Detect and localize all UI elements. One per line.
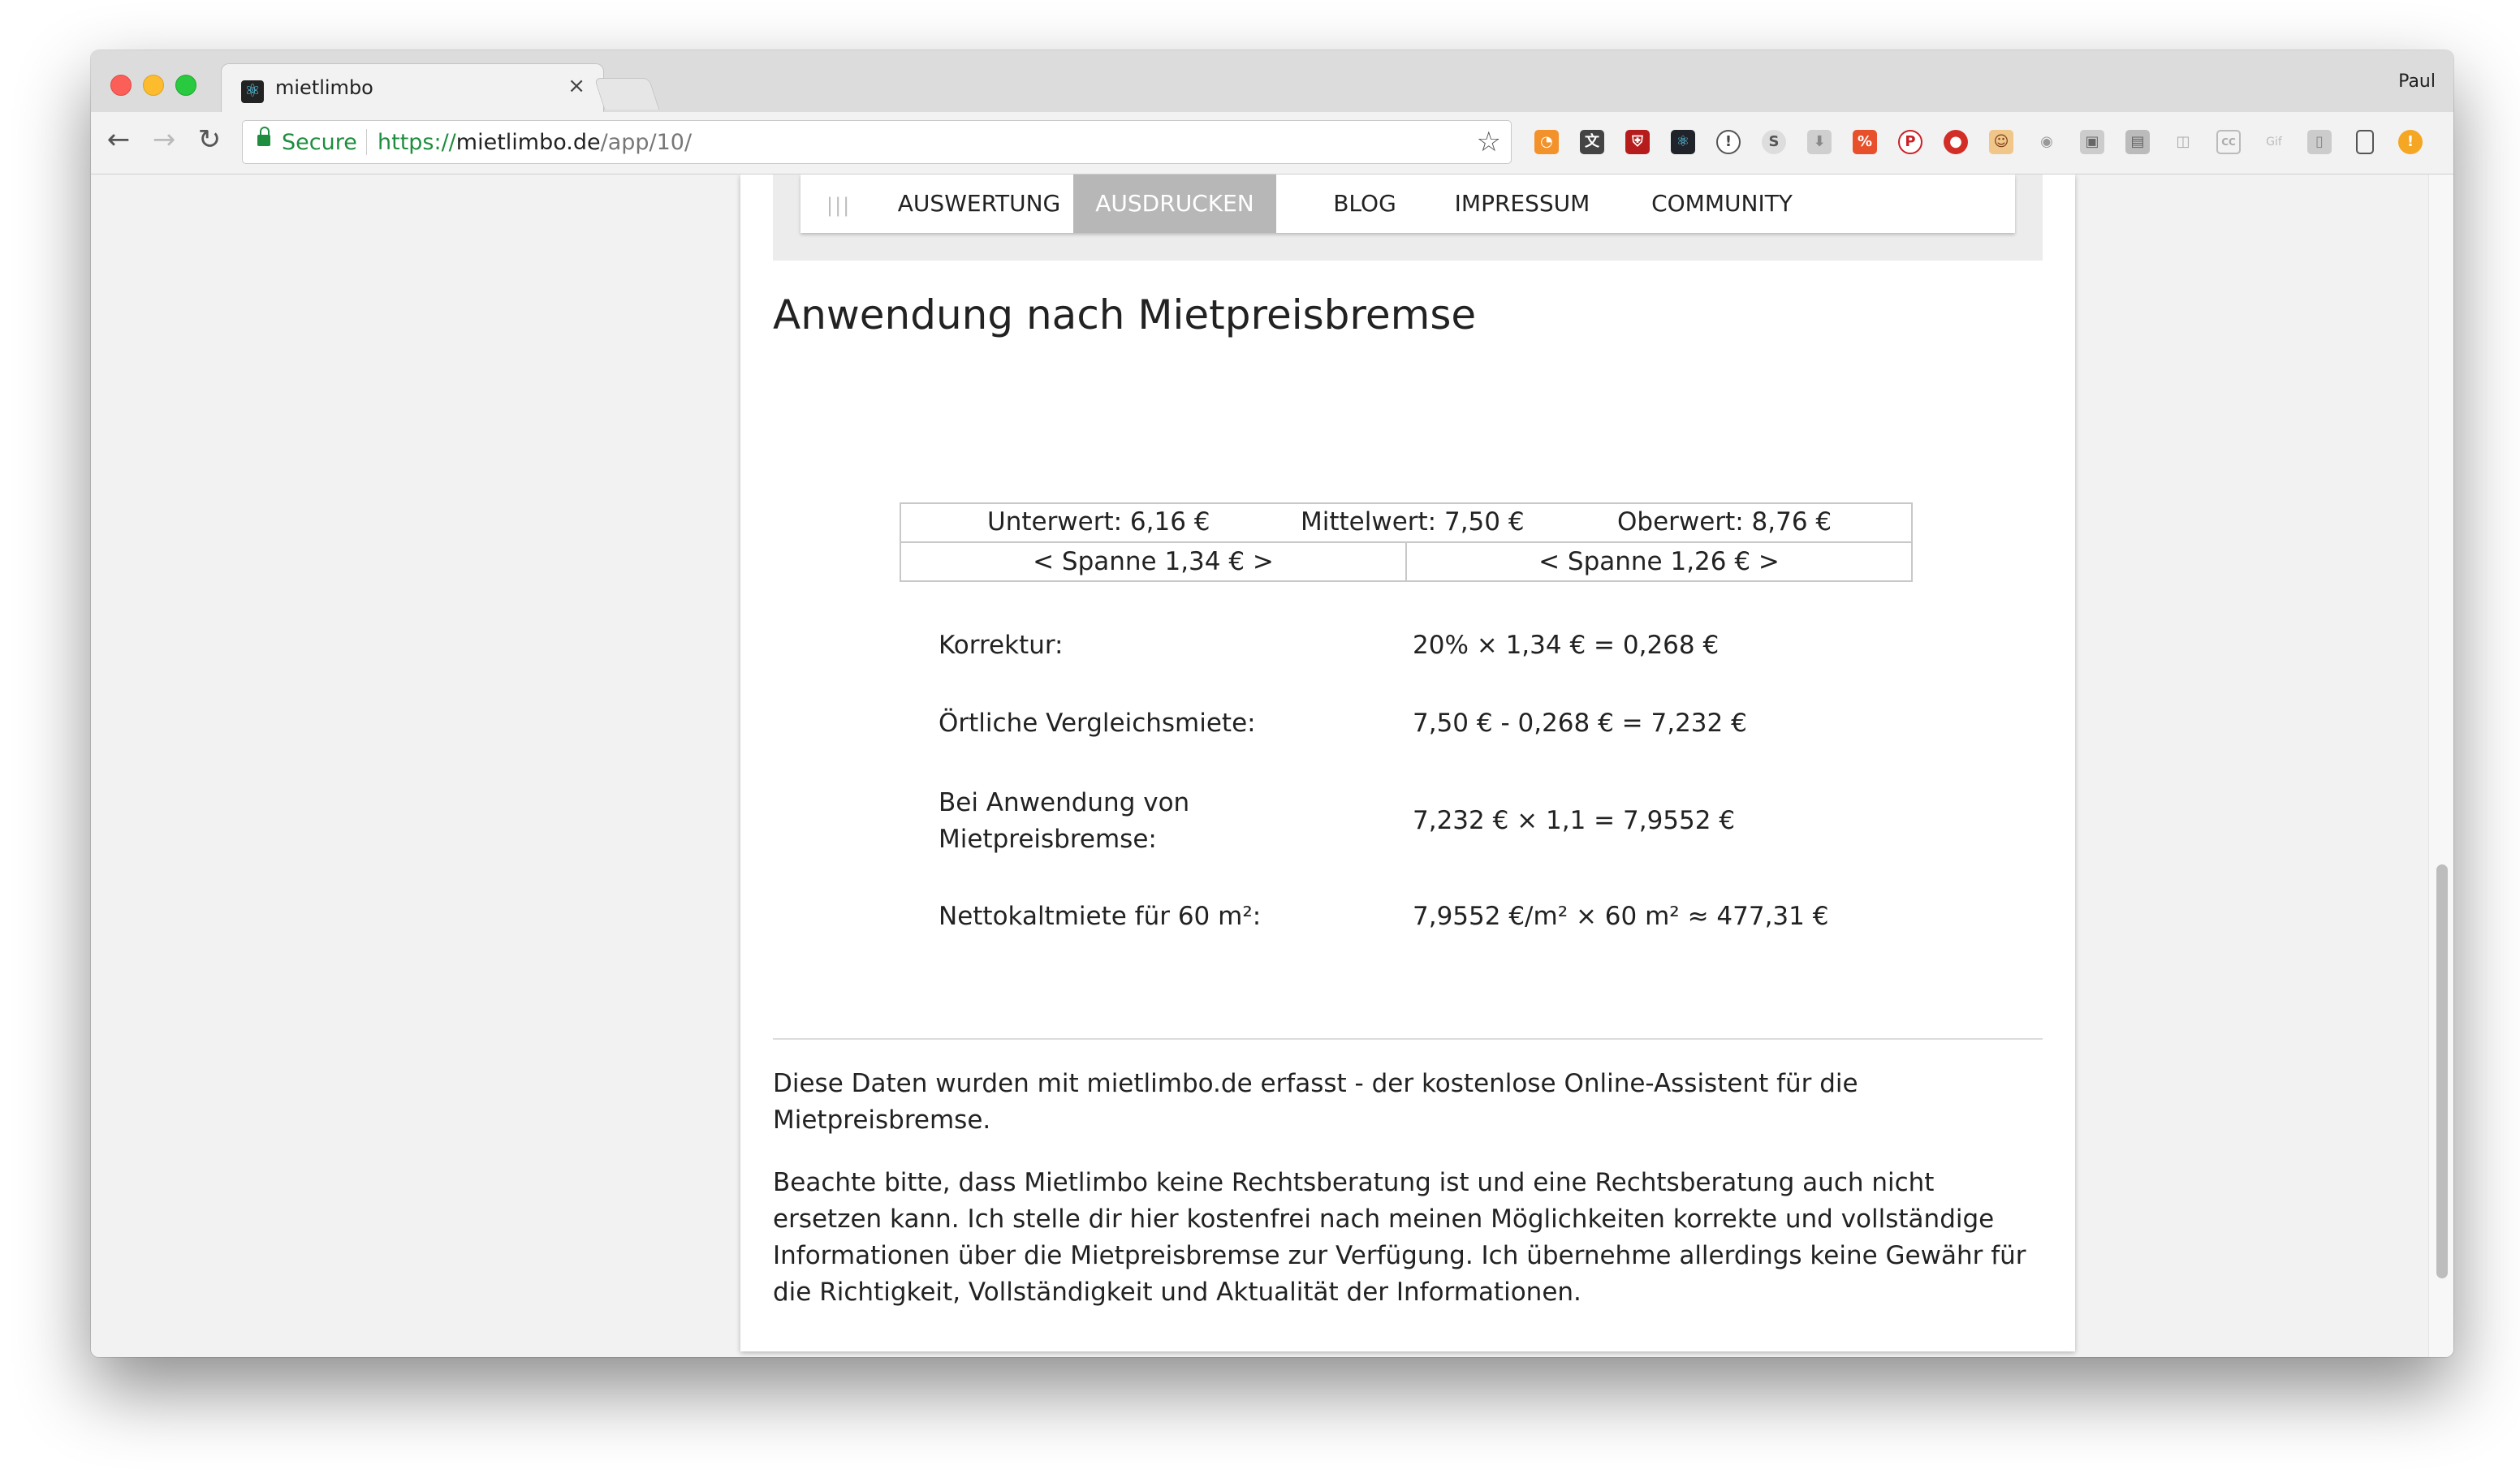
url-host: mietlimbo.de [455, 130, 601, 155]
trash-icon[interactable]: ▯ [2307, 130, 2332, 154]
page-title: Anwendung nach Mietpreisbremse [773, 291, 1477, 338]
unterwert-value: Unterwert: 6,16 € [987, 507, 1210, 537]
cc-icon[interactable]: CC [2216, 130, 2241, 154]
forward-arrow-icon[interactable]: → [148, 123, 180, 156]
reload-icon[interactable]: ↻ [193, 123, 226, 156]
address-bar[interactable]: Secure https://mietlimbo.de/app/10/ ☆ [242, 120, 1512, 164]
oberwert-value: Oberwert: 8,76 € [1617, 507, 1832, 537]
range-values-cell: Unterwert: 6,16 € Mittelwert: 7,50 € Obe… [900, 502, 1913, 543]
tab-title: mietlimbo [275, 76, 373, 99]
mietpreisbremse-label-line2: Mietpreisbremse: [939, 825, 1157, 854]
url-separator [366, 129, 367, 155]
range-table: Unterwert: 6,16 € Mittelwert: 7,50 € Obe… [900, 502, 1913, 582]
content-card: ||| AUSWERTUNG AUSDRUCKEN BLOG IMPRESSUM… [740, 175, 2075, 1351]
chat-icon[interactable]: ◫ [2171, 130, 2195, 154]
react-favicon-icon: ⚛ [241, 80, 264, 103]
vertical-scrollbar[interactable] [2428, 175, 2453, 1357]
bookmark-star-icon[interactable]: ☆ [1477, 126, 1501, 158]
nav-item-auswertung[interactable]: AUSWERTUNG [882, 175, 1077, 233]
nav-item-blog[interactable]: BLOG [1312, 175, 1418, 233]
warning-icon[interactable]: ! [2398, 130, 2423, 154]
onepassword-icon[interactable]: ! [1716, 130, 1741, 154]
nav-item-ausdrucken[interactable]: AUSDRUCKEN [1073, 175, 1276, 233]
url-text[interactable]: https://mietlimbo.de/app/10/ [378, 130, 692, 155]
secure-label: Secure [282, 130, 357, 155]
react-devtools-icon[interactable]: ⚛ [1671, 130, 1695, 154]
window-minimize-button[interactable] [143, 75, 164, 96]
tab-close-icon[interactable]: × [567, 74, 585, 98]
mietpreisbremse-label-line1: Bei Anwendung von [939, 788, 1190, 817]
printer-icon[interactable]: ▤ [2125, 130, 2150, 154]
nav-strip: ||| AUSWERTUNG AUSDRUCKEN BLOG IMPRESSUM… [773, 175, 2043, 261]
vergleichsmiete-value: 7,50 € - 0,268 € = 7,232 € [1413, 709, 1747, 738]
page-viewport: ||| AUSWERTUNG AUSDRUCKEN BLOG IMPRESSUM… [91, 175, 2453, 1357]
skype-icon[interactable]: S [1762, 130, 1786, 154]
korrektur-value: 20% × 1,34 € = 0,268 € [1413, 631, 1720, 660]
profile-name[interactable]: Paul [2398, 71, 2436, 92]
window-close-button[interactable] [110, 75, 132, 96]
nav-item-community[interactable]: COMMUNITY [1620, 175, 1823, 233]
footer-intro-text: Diese Daten wurden mit mietlimbo.de erfa… [773, 1069, 1858, 1135]
browser-tab[interactable]: ⚛ mietlimbo × [221, 63, 604, 114]
shield-icon[interactable]: ⛨ [1625, 130, 1650, 154]
url-path: /app/10/ [600, 130, 693, 155]
main-navigation: ||| AUSWERTUNG AUSDRUCKEN BLOG IMPRESSUM… [800, 175, 2015, 233]
nav-handle-icon[interactable]: ||| [826, 194, 851, 217]
todoist-icon[interactable]: % [1853, 130, 1877, 154]
divider [773, 1038, 2043, 1040]
disclaimer-text: Beachte bitte, dass Mietlimbo keine Rech… [773, 1168, 2026, 1307]
nettokaltmiete-label: Nettokaltmiete für 60 m²: [939, 902, 1262, 931]
gif-icon[interactable]: Gif [2262, 130, 2286, 154]
face-icon[interactable]: ☺ [1989, 130, 2013, 154]
mietpreisbremse-value: 7,232 € × 1,1 = 7,9552 € [1413, 806, 1736, 835]
nettokaltmiete-value: 7,9552 €/m² × 60 m² ≈ 477,31 € [1413, 902, 1829, 931]
korrektur-label: Korrektur: [939, 631, 1064, 660]
nav-item-impressum[interactable]: IMPRESSUM [1437, 175, 1607, 233]
back-arrow-icon[interactable]: ← [102, 123, 135, 156]
browser-window: ⚛ mietlimbo × Paul ← → ↻ Secure https://… [91, 50, 2453, 1357]
phone-icon[interactable] [2356, 130, 2374, 154]
translate-icon[interactable]: 文 [1580, 130, 1604, 154]
camera-icon[interactable]: ▣ [2080, 130, 2104, 154]
lastpass-icon[interactable]: ● [1944, 130, 1968, 154]
spanne-right: < Spanne 1,26 € > [1405, 541, 1913, 582]
scrollbar-thumb[interactable] [2436, 864, 2448, 1278]
vergleichsmiete-label: Örtliche Vergleichsmiete: [939, 709, 1256, 738]
lock-icon [257, 127, 270, 146]
download-icon[interactable]: ⬇ [1807, 130, 1832, 154]
window-maximize-button[interactable] [175, 75, 196, 96]
pinterest-icon[interactable]: P [1898, 130, 1922, 154]
title-bar: ⚛ mietlimbo × Paul [91, 50, 2453, 114]
rss-icon[interactable]: ◔ [1534, 130, 1559, 154]
mittelwert-value: Mittelwert: 7,50 € [1301, 507, 1525, 537]
new-tab-button[interactable] [593, 78, 660, 110]
spanne-left: < Spanne 1,34 € > [900, 541, 1407, 582]
reddit-icon[interactable]: ◉ [2035, 130, 2059, 154]
url-scheme: https:// [378, 130, 456, 155]
browser-toolbar: ← → ↻ Secure https://mietlimbo.de/app/10… [91, 112, 2453, 175]
